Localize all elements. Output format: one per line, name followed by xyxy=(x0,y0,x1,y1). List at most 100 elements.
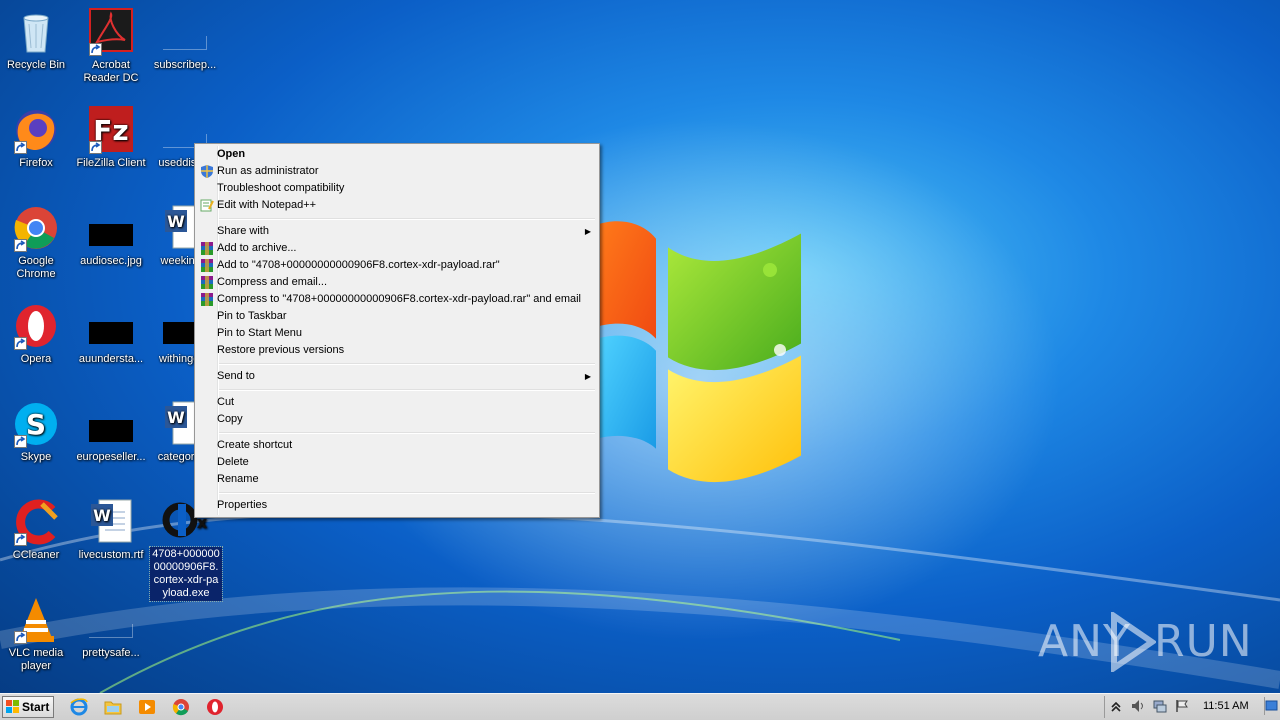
menu-item-rename[interactable]: Rename xyxy=(197,471,597,488)
menu-item-label: Pin to Start Menu xyxy=(217,327,302,339)
desktop-icon-label: CCleaner xyxy=(12,549,60,561)
desktop-icon-label: subscribep... xyxy=(153,59,217,71)
image-thumbnail-icon xyxy=(87,302,135,350)
shortcut-arrow-icon xyxy=(14,533,27,546)
menu-item-label: Send to xyxy=(217,370,255,382)
desktop-icon-label: audiosec.jpg xyxy=(80,255,142,267)
clock[interactable]: 11:51 AM xyxy=(1203,700,1249,712)
winrar-icon xyxy=(200,259,214,272)
desktop-icon-auundersta[interactable]: auundersta... xyxy=(73,302,149,366)
desktop-icon-recycle-bin[interactable]: Recycle Bin xyxy=(0,8,74,72)
blank-file-icon xyxy=(161,8,209,56)
desktop-icon-label: FileZilla Client xyxy=(76,157,146,169)
desktop-icon-firefox[interactable]: Firefox xyxy=(0,106,74,170)
filezilla-icon: Fz xyxy=(87,106,135,154)
svg-text:W: W xyxy=(93,506,111,525)
acrobat-reader-icon xyxy=(87,8,135,56)
desktop-icon-subscribe[interactable]: subscribep... xyxy=(147,8,223,72)
desktop-icon-label: auundersta... xyxy=(78,353,144,365)
menu-item-add-to-4708-00000000000906f8-cortex-xdr-[interactable]: Add to "4708+00000000000906F8.cortex-xdr… xyxy=(197,257,597,274)
desktop-icon-label: europeseller... xyxy=(76,451,146,463)
menu-separator xyxy=(197,488,597,497)
svg-text:W: W xyxy=(167,212,185,231)
menu-item-label: Delete xyxy=(217,456,249,468)
desktop-icon-chrome[interactable]: Google Chrome xyxy=(0,204,74,281)
desktop-icon-label: 4708+00000000000906F8.cortex-xdr-payload… xyxy=(149,546,223,602)
winrar-icon xyxy=(200,276,214,289)
desktop-icon-ccleaner[interactable]: CCleaner xyxy=(0,498,74,562)
show-desktop-button[interactable] xyxy=(1264,697,1278,715)
menu-item-label: Edit with Notepad++ xyxy=(217,199,317,211)
desktop-icon-label: Acrobat Reader DC xyxy=(83,59,139,84)
desktop-icon-opera[interactable]: Opera xyxy=(0,302,74,366)
menu-item-label: Cut xyxy=(217,396,235,408)
chrome-icon[interactable] xyxy=(172,698,190,716)
menu-item-share-with[interactable]: Share with ▶ xyxy=(197,223,597,240)
start-button[interactable]: Start xyxy=(2,696,54,718)
blank-file-icon xyxy=(87,596,135,644)
submenu-arrow-icon: ▶ xyxy=(584,227,591,236)
menu-item-label: Pin to Taskbar xyxy=(217,310,287,322)
menu-item-restore-previous-versions[interactable]: Restore previous versions xyxy=(197,342,597,359)
desktop-icon-filezilla[interactable]: Fz FileZilla Client xyxy=(73,106,149,170)
menu-item-create-shortcut[interactable]: Create shortcut xyxy=(197,437,597,454)
shortcut-arrow-icon xyxy=(89,43,102,56)
taskbar: Start 11:51 AM xyxy=(0,693,1280,720)
desktop-icon-label: Firefox xyxy=(19,157,53,169)
menu-item-run-as-administrator[interactable]: Run as administrator xyxy=(197,163,597,180)
shortcut-arrow-icon xyxy=(14,141,27,154)
desktop-icon-vlc[interactable]: VLC media player xyxy=(0,596,74,673)
menu-item-properties[interactable]: Properties xyxy=(197,497,597,514)
opera-icon xyxy=(12,302,60,350)
desktop-icon-label: VLC media player xyxy=(8,647,64,672)
menu-item-label: Restore previous versions xyxy=(217,344,345,356)
menu-item-edit-with-notepad[interactable]: Edit with Notepad++ xyxy=(197,197,597,214)
menu-item-label: Add to "4708+00000000000906F8.cortex-xdr… xyxy=(217,259,500,271)
menu-item-compress-and-email[interactable]: Compress and email... xyxy=(197,274,597,291)
menu-item-cut[interactable]: Cut xyxy=(197,394,597,411)
skype-icon: S xyxy=(12,400,60,448)
firefox-icon xyxy=(12,106,60,154)
winrar-icon xyxy=(200,293,214,306)
watermark-run-text: RUN xyxy=(1154,616,1253,667)
file-explorer-icon[interactable] xyxy=(104,698,122,716)
desktop-icon-prettysafe[interactable]: prettysafe... xyxy=(73,596,149,660)
menu-item-send-to[interactable]: Send to ▶ xyxy=(197,368,597,385)
desktop-icon-europeseller[interactable]: europeseller... xyxy=(73,400,149,464)
menu-item-open[interactable]: Open xyxy=(197,146,597,163)
word-document-icon: W xyxy=(87,498,135,546)
opera-icon[interactable] xyxy=(206,698,224,716)
desktop-icon-label: Opera xyxy=(20,353,52,365)
menu-item-add-to-archive[interactable]: Add to archive... xyxy=(197,240,597,257)
menu-item-troubleshoot-compatibility[interactable]: Troubleshoot compatibility xyxy=(197,180,597,197)
menu-item-label: Properties xyxy=(217,499,268,511)
internet-explorer-icon[interactable] xyxy=(70,698,88,716)
chrome-icon xyxy=(12,204,60,252)
media-player-icon[interactable] xyxy=(138,698,156,716)
desktop-icon-livecustom[interactable]: W livecustom.rtf xyxy=(73,498,149,562)
submenu-arrow-icon: ▶ xyxy=(584,372,591,381)
menu-item-delete[interactable]: Delete xyxy=(197,454,597,471)
system-tray: 11:51 AM xyxy=(1104,696,1280,718)
notepadpp-icon xyxy=(200,199,214,212)
menu-separator xyxy=(197,385,597,394)
menu-separator xyxy=(197,214,597,223)
network-icon[interactable] xyxy=(1153,699,1167,713)
desktop-icon-audiosec[interactable]: audiosec.jpg xyxy=(73,204,149,268)
show-hidden-icons-chevron[interactable] xyxy=(1109,699,1123,713)
menu-item-label: Troubleshoot compatibility xyxy=(217,182,345,194)
menu-item-label: Compress to "4708+00000000000906F8.corte… xyxy=(217,293,581,305)
menu-item-pin-to-start-menu[interactable]: Pin to Start Menu xyxy=(197,325,597,342)
menu-item-pin-to-taskbar[interactable]: Pin to Taskbar xyxy=(197,308,597,325)
volume-icon[interactable] xyxy=(1131,699,1145,713)
desktop-icon-skype[interactable]: S Skype xyxy=(0,400,74,464)
menu-item-compress-to-4708-00000000000906f8-cortex[interactable]: Compress to "4708+00000000000906F8.corte… xyxy=(197,291,597,308)
menu-separator xyxy=(197,428,597,437)
desktop-icon-acrobat[interactable]: Acrobat Reader DC xyxy=(73,8,149,85)
desktop-icon-label: livecustom.rtf xyxy=(78,549,144,561)
action-center-flag-icon[interactable] xyxy=(1175,699,1189,713)
shortcut-arrow-icon xyxy=(89,141,102,154)
desktop-icon-label: Google Chrome xyxy=(16,255,56,280)
menu-item-copy[interactable]: Copy xyxy=(197,411,597,428)
anyrun-watermark: ANY RUN xyxy=(1038,612,1252,672)
